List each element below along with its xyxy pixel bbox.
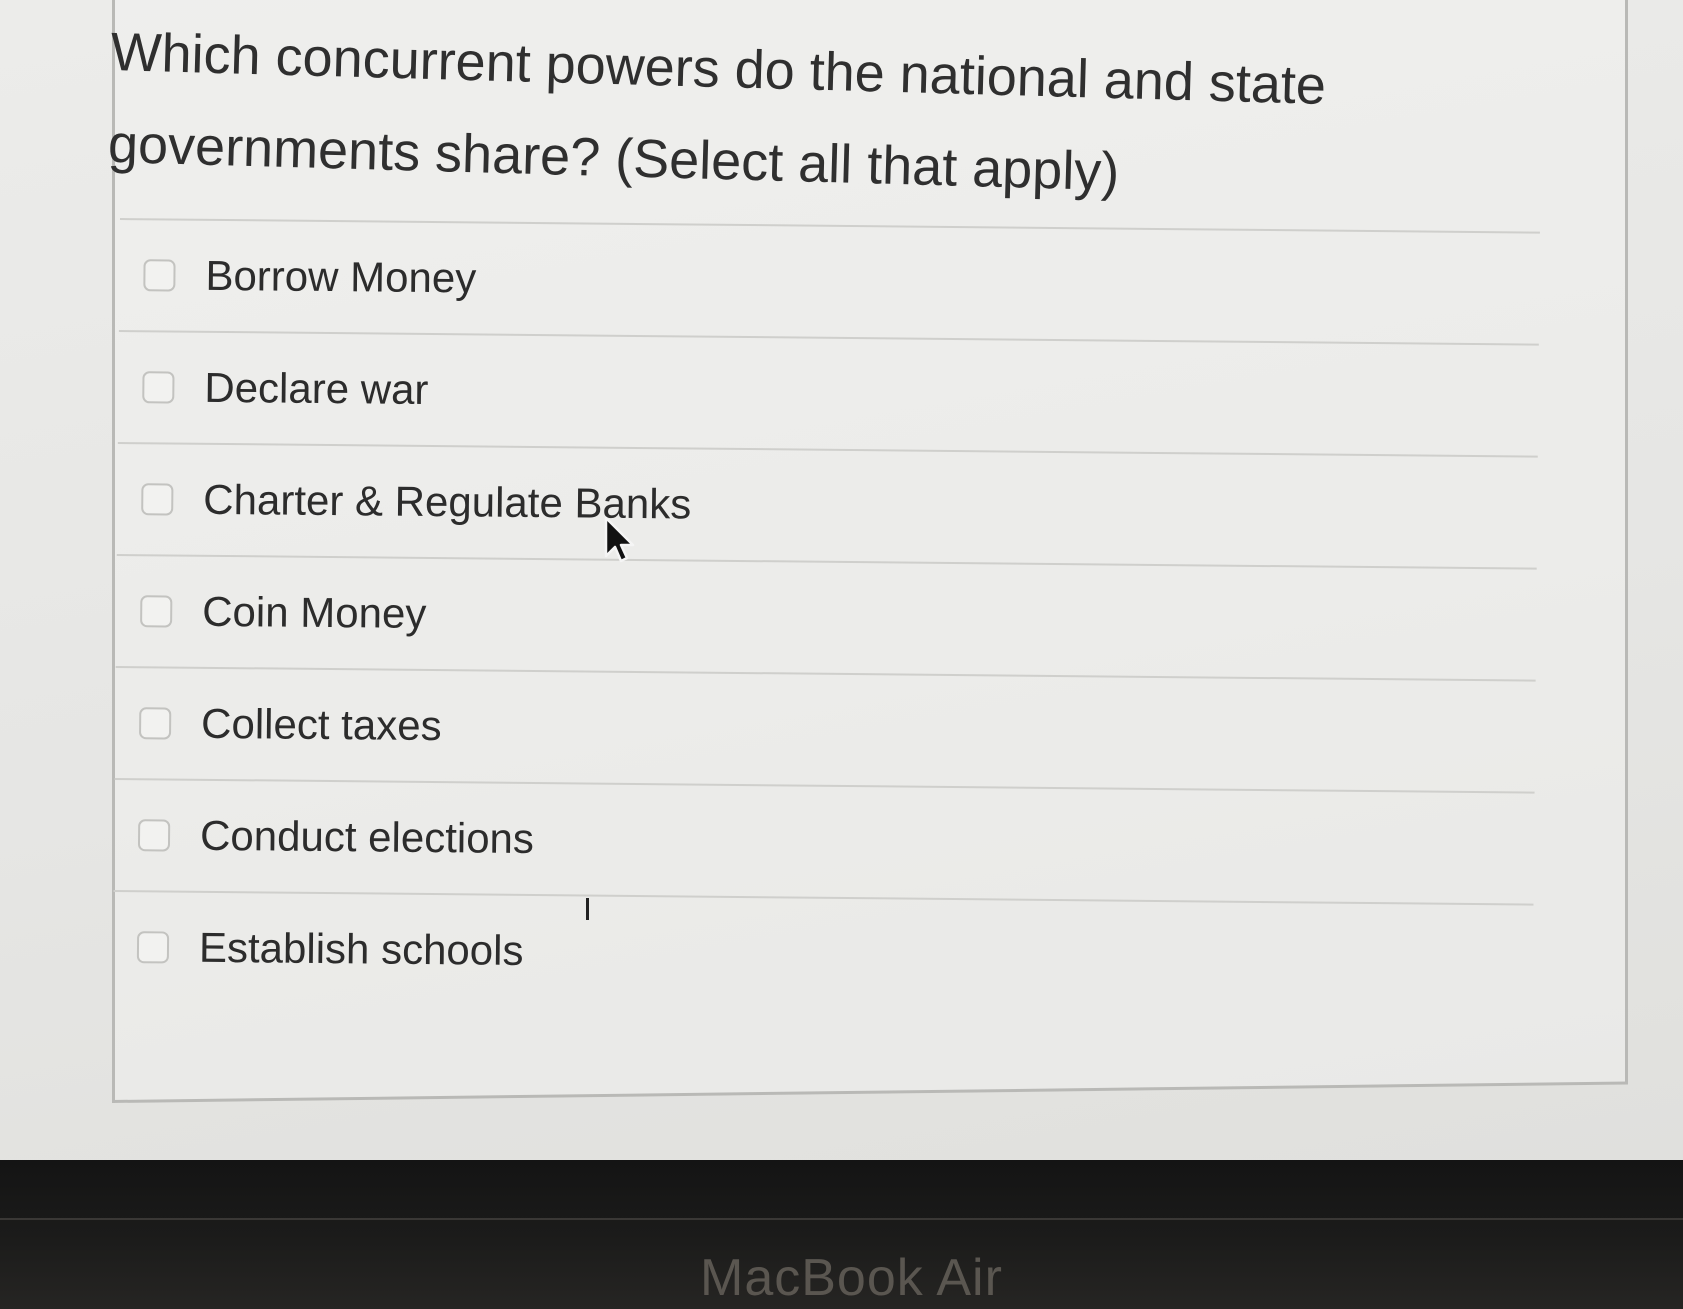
checkbox[interactable] [140, 595, 173, 628]
option-label: Borrow Money [205, 251, 477, 302]
question-text: Which concurrent powers do the national … [107, 21, 1327, 203]
device-brand-label: MacBook Air [700, 1249, 1003, 1307]
text-caret [586, 898, 589, 920]
screen: Which concurrent powers do the national … [0, 0, 1683, 1160]
option-label: Establish schools [198, 923, 524, 974]
option-borrow-money[interactable]: Borrow Money [119, 220, 1540, 344]
option-conduct-elections[interactable]: Conduct elections [114, 780, 1535, 904]
checkbox[interactable] [138, 707, 172, 740]
option-coin-money[interactable]: Coin Money [116, 556, 1537, 680]
checkbox[interactable] [141, 483, 174, 516]
option-label: Collect taxes [200, 699, 442, 750]
option-establish-schools[interactable]: Establish schools [112, 892, 1533, 1016]
option-label: Coin Money [202, 587, 427, 637]
option-label: Declare war [204, 363, 429, 413]
checkbox[interactable] [136, 931, 170, 964]
options-list: Borrow Money Declare war Charter & Regul… [112, 218, 1540, 1016]
checkbox[interactable] [142, 371, 175, 404]
option-collect-taxes[interactable]: Collect taxes [115, 668, 1536, 792]
mouse-pointer-icon [604, 516, 635, 563]
bezel-edge [0, 1218, 1683, 1220]
option-label: Conduct elections [199, 811, 535, 863]
option-charter-regulate-banks[interactable]: Charter & Regulate Banks [117, 444, 1538, 568]
option-declare-war[interactable]: Declare war [118, 332, 1539, 456]
checkbox[interactable] [143, 259, 176, 292]
checkbox[interactable] [137, 819, 171, 852]
